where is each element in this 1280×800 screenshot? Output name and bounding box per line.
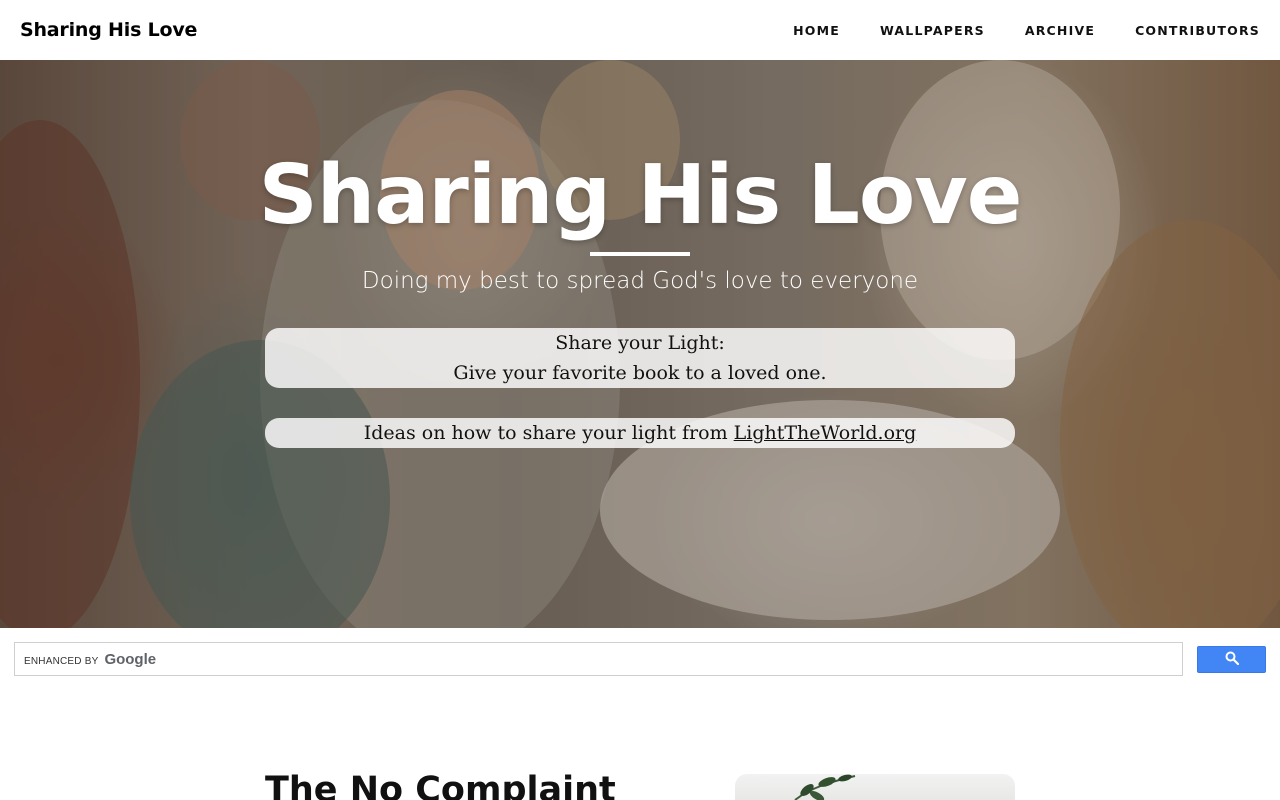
main-nav: HOME WALLPAPERS ARCHIVE CONTRIBUTORS [793, 23, 1260, 38]
search-branding: ENHANCED BY Google [24, 651, 156, 668]
hero-title: Sharing His Love [258, 148, 1023, 243]
google-logo: Google [104, 650, 157, 668]
enhanced-by-label: ENHANCED BY [24, 655, 99, 667]
nav-link-contributors[interactable]: CONTRIBUTORS [1135, 23, 1260, 38]
ideas-box: Ideas on how to share your light from Li… [265, 418, 1015, 448]
site-brand-link[interactable]: Sharing His Love [20, 19, 197, 41]
ideas-text: Ideas on how to share your light from [363, 422, 728, 444]
hero-subtitle: Doing my best to spread God's love to ev… [361, 268, 919, 294]
hero-content: Sharing His Love Doing my best to spread… [0, 60, 1280, 628]
search-button[interactable] [1197, 646, 1266, 673]
leaf-branch-icon [794, 774, 856, 800]
hero-divider [590, 252, 690, 256]
share-light-heading: Share your Light: [555, 332, 725, 354]
nav-link-archive[interactable]: ARCHIVE [1025, 23, 1095, 38]
top-navbar: Sharing His Love HOME WALLPAPERS ARCHIVE… [0, 0, 1280, 60]
share-light-text: Give your favorite book to a loved one. [453, 362, 827, 384]
nav-link-wallpapers[interactable]: WALLPAPERS [880, 23, 985, 38]
post-title[interactable]: The No Complaint [265, 770, 616, 800]
search-field: ENHANCED BY Google [14, 642, 1183, 676]
share-light-box: Share your Light: Give your favorite boo… [265, 328, 1015, 388]
lighttheworld-link[interactable]: LightTheWorld.org [734, 422, 917, 444]
hero-banner: Sharing His Love Doing my best to spread… [0, 60, 1280, 628]
post-thumbnail[interactable] [735, 774, 1015, 800]
search-icon [1225, 651, 1239, 668]
nav-link-home[interactable]: HOME [793, 23, 840, 38]
site-search: ENHANCED BY Google [14, 642, 1266, 676]
search-input[interactable] [165, 647, 1175, 671]
